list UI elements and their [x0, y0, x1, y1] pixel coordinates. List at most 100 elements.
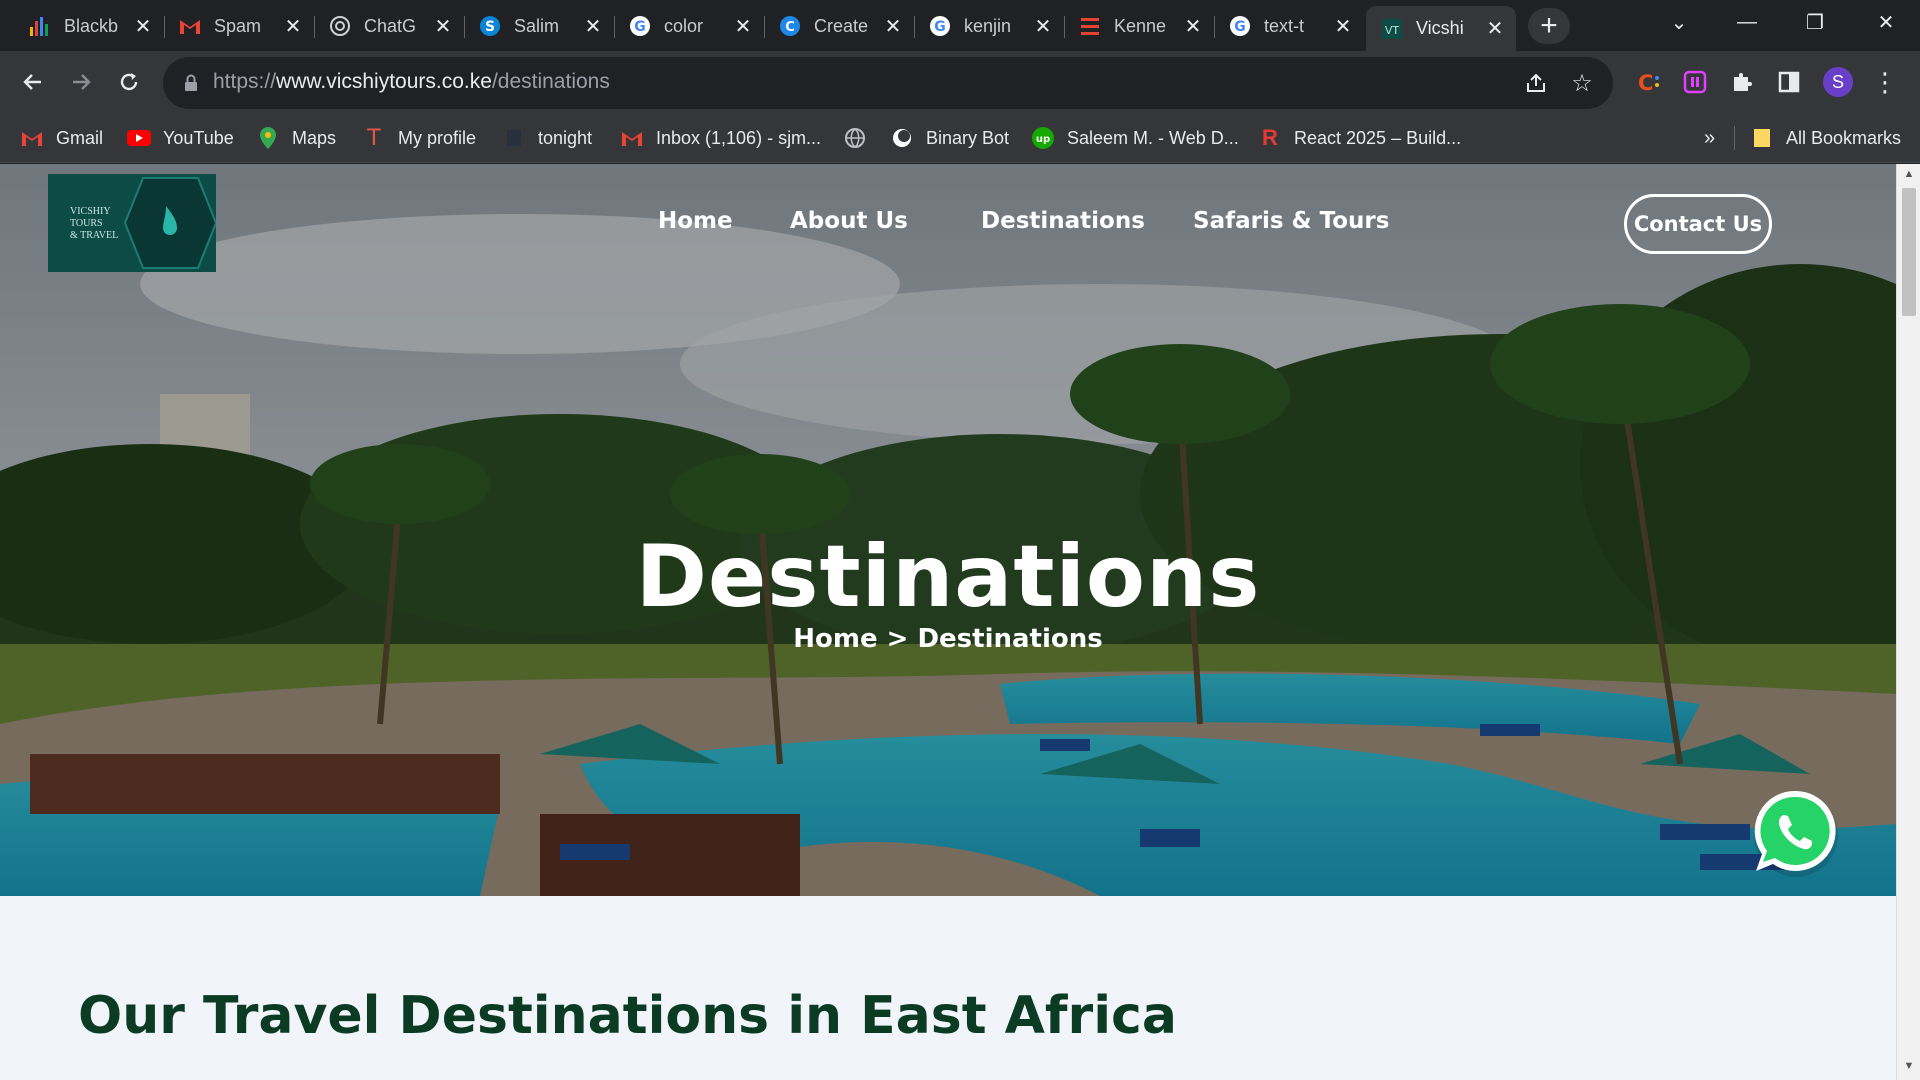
- bookmark-tonight[interactable]: tonight: [502, 123, 592, 153]
- globe-icon: [843, 126, 867, 150]
- tab-skype[interactable]: S Salim ✕: [464, 6, 615, 46]
- bookmark-label: tonight: [538, 127, 593, 148]
- bookmark-upwork[interactable]: up Saleem M. - Web D...: [1031, 123, 1239, 153]
- tab-google-text[interactable]: G text-t ✕: [1214, 6, 1364, 46]
- bookmark-binary-bot[interactable]: Binary Bot: [890, 123, 1009, 153]
- binary-bot-icon: [890, 126, 914, 150]
- svg-text:G: G: [634, 19, 646, 35]
- url-host: www.vicshiytours.co.ke: [276, 70, 492, 93]
- upwork-icon: up: [1031, 126, 1055, 150]
- tab-google-kenjin[interactable]: G kenjin ✕: [914, 6, 1065, 46]
- logo-text-line: VICSHIY: [70, 206, 111, 217]
- logo-text-line: & TRAVEL: [70, 230, 119, 241]
- bookmarks-divider: [1734, 126, 1735, 150]
- bar-chart-icon: [28, 14, 52, 38]
- bookmark-label: Saleem M. - Web D...: [1067, 127, 1239, 148]
- page-scrollbar[interactable]: ▲ ▼: [1896, 164, 1920, 1080]
- tab-kenne[interactable]: Kenne ✕: [1064, 6, 1215, 46]
- tab-vicshiy-active[interactable]: VT Vicshi ✕: [1366, 6, 1516, 51]
- skype-icon: S: [478, 14, 502, 38]
- google-icon: G: [928, 14, 952, 38]
- hero-banner: VICSHIY TOURS & TRAVEL Home About Us Des…: [0, 164, 1896, 896]
- tab-search-chevron-icon[interactable]: ⌄: [1645, 0, 1713, 44]
- close-icon[interactable]: ✕: [1032, 15, 1054, 38]
- bookmark-label: My profile: [398, 127, 477, 148]
- tab-label: Blackb: [64, 15, 119, 36]
- svg-text:G: G: [934, 19, 946, 35]
- canva-icon: C: [778, 14, 802, 38]
- side-panel-icon[interactable]: [1772, 65, 1806, 99]
- share-icon[interactable]: [1522, 69, 1550, 97]
- bookmark-label: YouTube: [163, 127, 234, 148]
- google-icon: G: [1228, 14, 1252, 38]
- tab-label: ChatG: [364, 15, 417, 36]
- extension-c-icon[interactable]: C: [1631, 65, 1665, 99]
- close-icon[interactable]: ✕: [132, 15, 154, 38]
- lock-icon[interactable]: [179, 71, 203, 95]
- scroll-thumb[interactable]: [1902, 188, 1916, 316]
- close-icon[interactable]: ✕: [1182, 15, 1204, 38]
- bookmark-label: React 2025 – Build...: [1294, 127, 1462, 148]
- scroll-up-arrow-icon[interactable]: ▲: [1897, 168, 1920, 184]
- bookmark-label: All Bookmarks: [1786, 127, 1902, 148]
- bookmark-globe[interactable]: [843, 123, 879, 153]
- gmail-icon: [620, 126, 644, 150]
- bookmark-maps[interactable]: Maps: [256, 123, 336, 153]
- bookmark-gmail[interactable]: Gmail: [20, 123, 103, 153]
- close-icon[interactable]: ✕: [1332, 15, 1354, 38]
- nav-destinations[interactable]: Destinations: [981, 208, 1145, 234]
- chrome-menu-icon[interactable]: ⋮: [1868, 65, 1902, 99]
- scroll-down-arrow-icon[interactable]: ▼: [1897, 1060, 1920, 1076]
- nav-home[interactable]: Home: [658, 208, 733, 234]
- close-icon[interactable]: ✕: [282, 15, 304, 38]
- back-button[interactable]: [14, 63, 52, 101]
- minimize-button[interactable]: —: [1713, 0, 1781, 44]
- profile-avatar[interactable]: S: [1821, 65, 1855, 99]
- tab-spam[interactable]: Spam ✕: [164, 6, 315, 46]
- page-viewport: VICSHIY TOURS & TRAVEL Home About Us Des…: [0, 164, 1896, 1080]
- react-course-icon: R: [1262, 125, 1278, 150]
- svg-text:C: C: [785, 20, 795, 35]
- close-icon[interactable]: ✕: [432, 15, 454, 38]
- whatsapp-button[interactable]: [1748, 785, 1844, 881]
- tab-google-color[interactable]: G color ✕: [614, 6, 765, 46]
- tab-label: kenjin: [964, 15, 1012, 36]
- restore-button[interactable]: ❐: [1781, 0, 1849, 44]
- stack-icon: [1078, 14, 1102, 38]
- bookmark-youtube[interactable]: YouTube: [127, 123, 234, 153]
- svg-text:C: C: [1638, 71, 1653, 95]
- bookmark-inbox[interactable]: Inbox (1,106) - sjm...: [620, 123, 821, 153]
- close-icon[interactable]: ✕: [582, 15, 604, 38]
- maps-icon: [256, 126, 280, 150]
- forward-button[interactable]: [62, 63, 100, 101]
- contact-us-button[interactable]: Contact Us: [1624, 194, 1772, 254]
- close-icon[interactable]: ✕: [882, 15, 904, 38]
- tab-chatgpt[interactable]: ChatG ✕: [314, 6, 465, 46]
- site-logo[interactable]: VICSHIY TOURS & TRAVEL: [48, 174, 216, 272]
- all-bookmarks-button[interactable]: All Bookmarks: [1750, 123, 1901, 153]
- bookmark-star-icon[interactable]: ☆: [1568, 69, 1596, 97]
- url-path: /destinations: [491, 70, 610, 93]
- bookmarks-overflow-button[interactable]: »: [1704, 123, 1715, 153]
- close-icon[interactable]: ✕: [1484, 18, 1506, 40]
- close-icon[interactable]: ✕: [732, 15, 754, 38]
- tab-canva[interactable]: C Create ✕: [764, 6, 915, 46]
- chatgpt-icon: [328, 14, 352, 38]
- extensions-puzzle-icon[interactable]: [1725, 65, 1759, 99]
- bookmark-react-course[interactable]: R React 2025 – Build...: [1258, 123, 1461, 153]
- reload-button[interactable]: [110, 63, 148, 101]
- breadcrumb[interactable]: Home > Destinations: [0, 624, 1896, 654]
- nav-safaris-tours[interactable]: Safaris & Tours: [1193, 208, 1389, 234]
- folder-icon: [1750, 126, 1774, 150]
- address-bar[interactable]: https://www.vicshiytours.co.ke/destinati…: [163, 57, 1613, 109]
- bookmark-my-profile[interactable]: T My profile: [362, 123, 476, 153]
- bookmark-label: Maps: [292, 127, 337, 148]
- new-tab-button[interactable]: +: [1528, 8, 1570, 44]
- nav-about-us[interactable]: About Us: [790, 208, 908, 234]
- extension-figma-icon[interactable]: [1678, 65, 1712, 99]
- tab-blackbox[interactable]: Blackb ✕: [14, 6, 165, 46]
- section-title: Our Travel Destinations in East Africa: [78, 986, 1177, 1046]
- tab-strip: Blackb ✕ Spam ✕ ChatG ✕ S Salim ✕ G colo…: [0, 0, 1920, 51]
- url-scheme: https://: [213, 70, 277, 93]
- window-close-button[interactable]: ✕: [1852, 0, 1920, 44]
